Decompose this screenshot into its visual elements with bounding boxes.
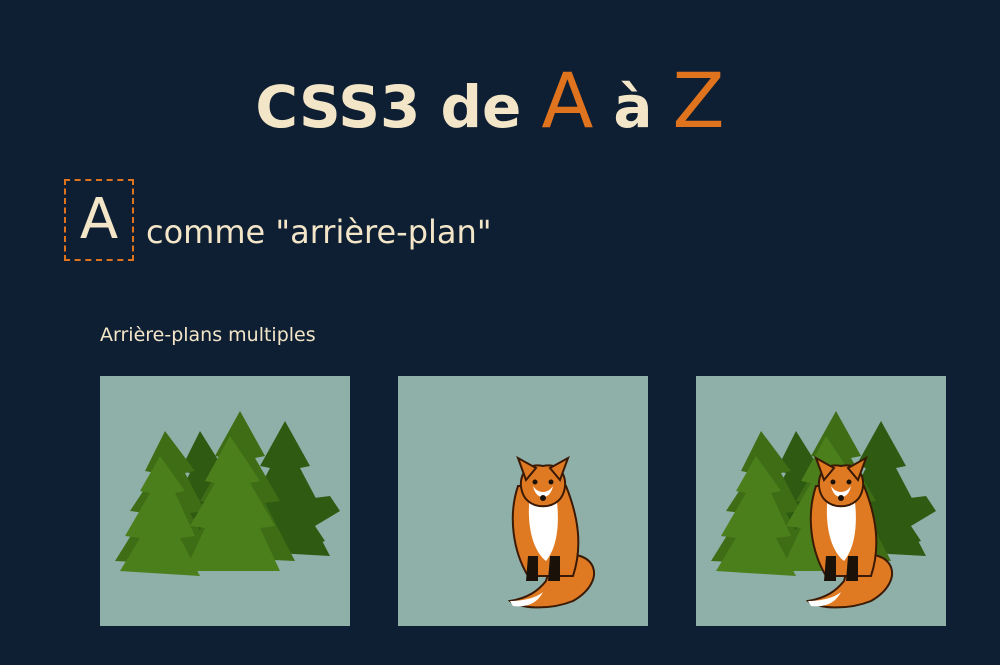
trees-illustration	[115, 411, 340, 576]
section-title: comme "arrière-plan"	[146, 213, 492, 251]
section-heading: A comme "arrière-plan"	[64, 179, 492, 261]
fox-illustration	[507, 455, 596, 609]
title-connector: à	[613, 72, 653, 141]
section-letter-box: A	[64, 179, 134, 261]
panel-trees	[100, 376, 350, 626]
panel-trees-and-fox	[696, 376, 946, 626]
fox-illustration	[805, 455, 894, 609]
panel-fox	[398, 376, 648, 626]
title-letter-start: A	[541, 55, 594, 145]
title-letter-end: Z	[672, 55, 725, 145]
section-letter: A	[79, 187, 119, 252]
demo-subtitle: Arrière-plans multiples	[100, 324, 316, 346]
page-title: CSS3 de Aà Z	[0, 60, 1000, 147]
title-prefix: CSS3 de	[255, 72, 522, 141]
